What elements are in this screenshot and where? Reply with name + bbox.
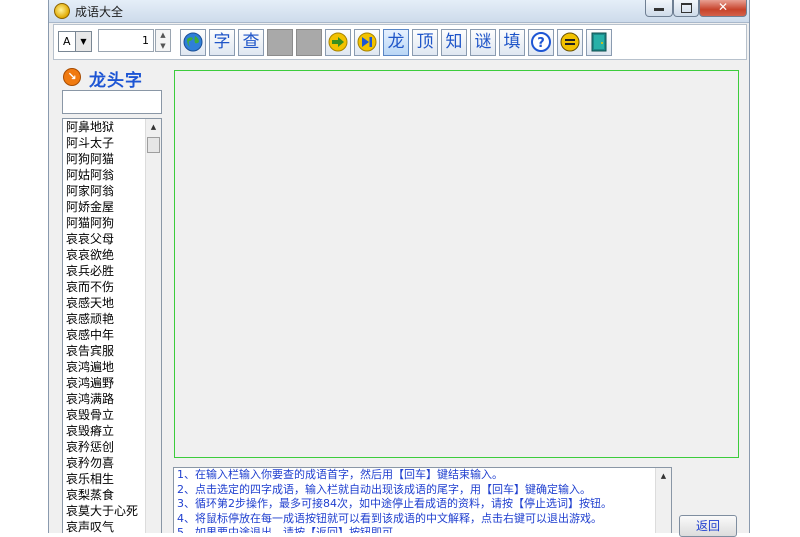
skip-button[interactable] (354, 29, 380, 56)
scroll-up-icon[interactable]: ▲ (146, 119, 161, 135)
help-line: 2、点击选定的四字成语，输入栏就自动出现该成语的尾字，用【回车】键确定输入。 (177, 482, 591, 496)
help-line: 3、循环第2步操作，最多可接84次，如中途停止看成语的资料，请按【停止选词】按钮… (177, 497, 612, 510)
char-button[interactable]: 字 (209, 29, 235, 56)
exit-door-icon (591, 32, 607, 52)
dragon-head-icon: ↘ (63, 68, 81, 86)
chevron-down-icon[interactable]: ▼ (75, 32, 91, 51)
scroll-up-icon[interactable]: ▲ (656, 468, 671, 484)
blank-button-2[interactable] (296, 29, 322, 56)
help-line: 5、如果要中途退出，请按【返回】按钮即可。 (177, 526, 404, 533)
next-button[interactable] (325, 29, 351, 56)
maximize-icon (680, 3, 692, 13)
idiom-list[interactable]: 阿鼻地狱 阿斗太子 阿狗阿猫 阿姑阿翁 阿家阿翁 阿娇金屋 阿猫阿狗 哀哀父母 哀哀欲绝 哀兵必胜… (62, 118, 162, 533)
window-title: 成语大全 (75, 5, 124, 19)
stop-button[interactable] (557, 29, 583, 56)
back-button[interactable]: 返回 (679, 515, 737, 537)
svg-text:?: ? (537, 36, 545, 51)
list-scrollbar[interactable]: ▲ (145, 119, 161, 533)
minimize-button[interactable] (645, 0, 673, 17)
close-icon: ✕ (717, 0, 729, 14)
toolbar: A ▼ 1 ▲ ▼ 字 查 龙 顶 知 谜 填 ? (53, 24, 747, 60)
globe-icon (183, 32, 203, 52)
font-select-value: A (63, 35, 71, 48)
number-spinner[interactable]: ▲ ▼ (155, 29, 171, 52)
globe-button[interactable] (180, 29, 206, 56)
title-bar: 成语大全 ✕ (49, 0, 749, 23)
game-canvas[interactable] (174, 70, 739, 458)
number-field[interactable]: 1 (98, 29, 154, 52)
know-button[interactable]: 知 (441, 29, 467, 56)
help-text-box: 1、在输入栏输入你要查的成语首字，然后用【回车】键结束输入。 2、点击选定的四字成… (173, 467, 672, 533)
stop-icon (560, 32, 580, 52)
riddle-button[interactable]: 谜 (470, 29, 496, 56)
help-line: 1、在输入栏输入你要查的成语首字，然后用【回车】键结束输入。 (177, 468, 503, 481)
spin-up-icon[interactable]: ▲ (156, 30, 170, 41)
help-lines: 1、在输入栏输入你要查的成语首字，然后用【回车】键结束输入。 2、点击选定的四字成… (174, 468, 671, 533)
help-line: 4、将鼠标停放在每一成语按钮就可以看到该成语的中文解释，点击右键可以退出游戏。 (177, 511, 602, 525)
minimize-icon (654, 8, 664, 11)
help-button[interactable]: ? (528, 29, 554, 56)
exit-button[interactable] (586, 29, 612, 56)
app-window: 成语大全 ✕ A ▼ 1 ▲ ▼ 字 查 龙 顶 知 谜 填 ? ↘ 龙头字 阿… (48, 0, 750, 537)
font-select[interactable]: A ▼ (58, 31, 92, 52)
close-button[interactable]: ✕ (699, 0, 747, 17)
search-input[interactable] (62, 90, 162, 114)
dragon-button[interactable]: 龙 (383, 29, 409, 56)
lookup-button[interactable]: 查 (238, 29, 264, 56)
maximize-button[interactable] (673, 0, 699, 17)
skip-forward-icon (357, 32, 377, 52)
spin-down-icon[interactable]: ▼ (156, 41, 170, 52)
app-icon (54, 3, 70, 19)
top-button[interactable]: 顶 (412, 29, 438, 56)
help-icon: ? (531, 32, 551, 52)
blank-button-1[interactable] (267, 29, 293, 56)
panel-title: 龙头字 (89, 71, 143, 91)
help-scrollbar[interactable]: ▲ (655, 468, 671, 533)
fill-button[interactable]: 填 (499, 29, 525, 56)
arrow-right-icon (328, 32, 348, 52)
scroll-thumb[interactable] (147, 137, 160, 153)
